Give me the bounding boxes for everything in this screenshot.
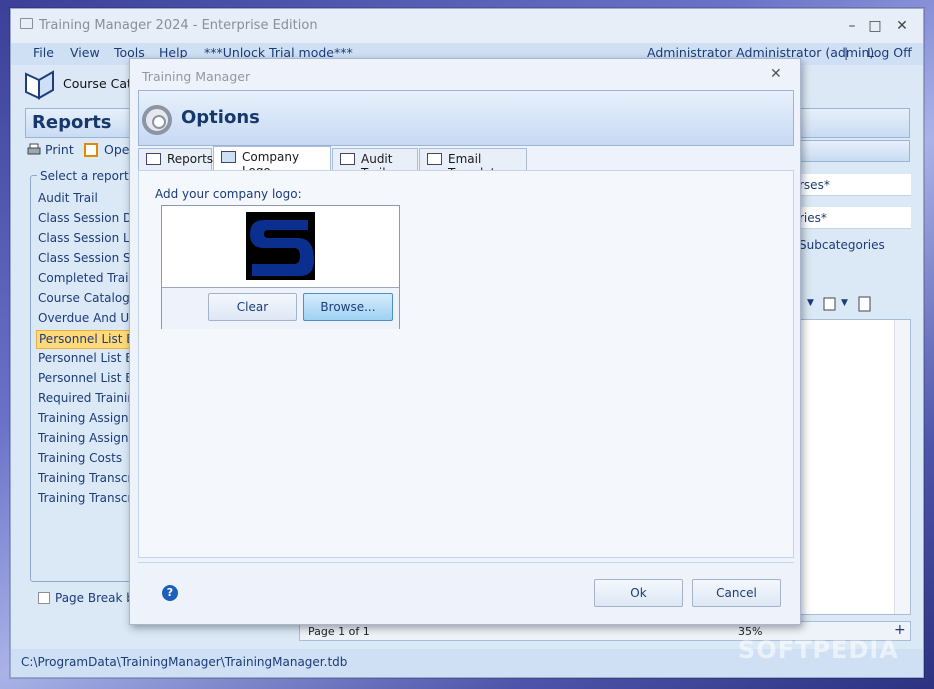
page-break-option[interactable]: Page Break be: [38, 591, 141, 605]
vertical-scrollbar[interactable]: [894, 320, 910, 614]
menu-view[interactable]: View: [70, 45, 100, 60]
cancel-button[interactable]: Cancel: [692, 579, 781, 607]
export-dropdown-icon[interactable]: ▼: [841, 298, 848, 308]
tab-reports-label: Reports: [167, 152, 214, 166]
envelope-icon: [427, 153, 442, 165]
open-icon: [84, 143, 98, 157]
report-item[interactable]: Class Session Deta: [36, 210, 136, 229]
reports-header: Reports: [25, 108, 135, 138]
report-item[interactable]: Audit Trail: [36, 190, 136, 209]
dialog-title-bar: Training Manager ✕: [130, 59, 800, 89]
report-group-title: Select a report: [37, 169, 132, 183]
clear-button[interactable]: Clear: [208, 293, 297, 321]
company-logo-image: [246, 212, 315, 280]
report-item[interactable]: Personnel List By: [36, 350, 136, 369]
database-path: C:\ProgramData\TrainingManager\TrainingM…: [21, 655, 348, 669]
report-item[interactable]: Class Session Sum: [36, 250, 136, 269]
right-line-1[interactable]: rses*: [797, 174, 911, 196]
title-bar: Training Manager 2024 - Enterprise Editi…: [11, 9, 923, 43]
dialog-header: Options: [138, 90, 794, 146]
logo-s-shape: [250, 220, 314, 276]
ok-button[interactable]: Ok: [594, 579, 683, 607]
options-dialog: Training Manager ✕ Options Reports Compa…: [129, 58, 801, 625]
menu-separator: |: [844, 45, 849, 60]
report-item[interactable]: Training Transcrip: [36, 470, 136, 489]
page-setup-icon[interactable]: [857, 296, 873, 312]
tab-email-template[interactable]: Email Template: [419, 148, 527, 180]
report-item[interactable]: Overdue And Upc: [36, 310, 136, 329]
page-indicator: Page 1 of 1: [308, 625, 370, 638]
right-line-2[interactable]: ries*: [797, 207, 911, 229]
close-window-button[interactable]: ✕: [887, 15, 917, 37]
list-icon: [146, 153, 161, 165]
report-item[interactable]: Completed Trainin: [36, 270, 136, 289]
report-item[interactable]: Class Session List: [36, 230, 136, 249]
gear-icon: [142, 105, 172, 135]
right-filter-pane: rses* ries* Subcategories: [797, 174, 911, 254]
tab-company-logo[interactable]: Company Logo: [213, 146, 331, 178]
report-item[interactable]: Training Transcrip: [36, 490, 136, 509]
right-header-panel: [797, 108, 910, 138]
reports-toolbar: Print Oper: [25, 140, 135, 162]
menu-file[interactable]: File: [33, 45, 54, 60]
logo-label: Add your company logo:: [155, 187, 302, 201]
window-title: Training Manager 2024 - Enterprise Editi…: [39, 18, 318, 33]
logoff-link[interactable]: Log Off: [867, 45, 912, 60]
report-item[interactable]: Training Costs: [36, 450, 136, 469]
report-item[interactable]: Personnel List By: [36, 330, 136, 349]
maximize-button[interactable]: □: [860, 15, 890, 37]
picture-icon: [221, 151, 236, 163]
course-catalog-icon: [25, 70, 54, 100]
preview-toolbar: ▼ ▼: [797, 294, 911, 316]
right-toolbar-panel: [797, 140, 910, 162]
dialog-header-title: Options: [181, 107, 260, 128]
app-icon: [20, 18, 33, 29]
logo-button-bar: Clear Browse...: [162, 288, 399, 329]
report-item[interactable]: Course Catalog: [36, 290, 136, 309]
dropdown-arrow-icon[interactable]: ▼: [807, 298, 814, 308]
watermark: SOFTPEDIA: [738, 636, 899, 664]
dialog-title: Training Manager: [142, 69, 251, 84]
report-item[interactable]: Required Training: [36, 390, 136, 409]
report-item[interactable]: Training Assignm: [36, 410, 136, 429]
report-item[interactable]: Personnel List By: [36, 370, 136, 389]
help-icon[interactable]: ?: [162, 585, 178, 601]
logo-box: Clear Browse...: [161, 205, 400, 329]
report-item[interactable]: Training Assignm: [36, 430, 136, 449]
browse-button[interactable]: Browse...: [303, 293, 393, 321]
dialog-close-button[interactable]: ✕: [770, 66, 782, 82]
printer-icon: [27, 143, 41, 155]
tab-audit-trail[interactable]: Audit Trail: [332, 148, 418, 180]
options-tabs: Reports Company Logo Audit Trail Email T…: [138, 146, 794, 180]
right-line-3[interactable]: Subcategories: [799, 238, 885, 252]
print-button[interactable]: Print: [45, 142, 74, 157]
export-icon[interactable]: [821, 296, 839, 312]
edit-icon: [340, 153, 355, 165]
tab-reports[interactable]: Reports: [138, 148, 214, 170]
report-preview[interactable]: [797, 319, 911, 615]
page-break-checkbox[interactable]: [38, 592, 50, 604]
